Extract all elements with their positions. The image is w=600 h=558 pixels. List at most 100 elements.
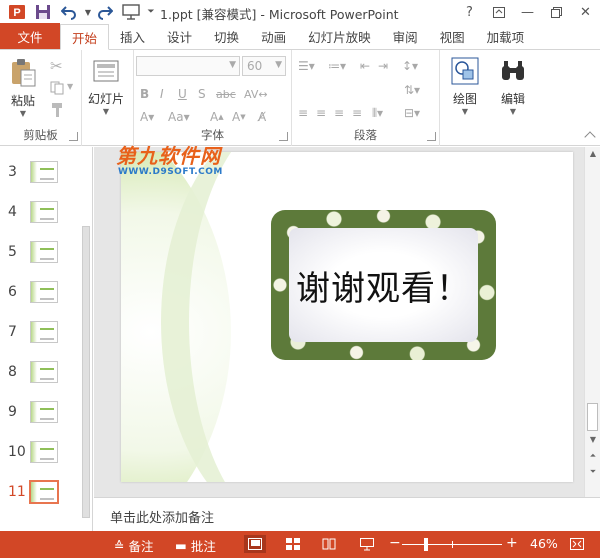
tab-transitions[interactable]: 切换 bbox=[203, 24, 250, 49]
paragraph-dialog-launcher-icon[interactable] bbox=[427, 132, 436, 141]
thumbnail-slide-3[interactable]: 3 bbox=[0, 161, 80, 201]
font-dialog-launcher-icon[interactable] bbox=[279, 132, 288, 141]
italic-icon[interactable]: I bbox=[160, 85, 164, 103]
thumbnail-slide-4[interactable]: 4 bbox=[0, 201, 80, 241]
next-slide-icon[interactable]: ⏷ bbox=[588, 467, 598, 477]
shadow-icon[interactable]: S bbox=[198, 85, 206, 103]
tab-home[interactable]: 开始 bbox=[60, 24, 110, 50]
comments-toggle-button[interactable]: ▬ 批注 bbox=[175, 536, 216, 555]
font-name-combo[interactable]: ▼ bbox=[136, 56, 240, 76]
clear-formatting-icon[interactable]: A̸ bbox=[258, 108, 266, 126]
scroll-up-arrow-icon[interactable]: ▲ bbox=[588, 149, 598, 158]
decrease-indent-icon[interactable]: ⇤ bbox=[360, 57, 370, 75]
tab-review[interactable]: 审阅 bbox=[382, 24, 429, 49]
redo-icon[interactable] bbox=[94, 1, 116, 23]
new-slide-button[interactable]: 幻灯片 ▼ bbox=[88, 56, 124, 116]
zoom-out-button[interactable]: − bbox=[389, 535, 401, 551]
bullets-icon[interactable]: ☰▾ bbox=[298, 57, 315, 75]
character-spacing-icon[interactable]: AV↔ bbox=[244, 85, 268, 103]
zoom-in-button[interactable]: + bbox=[506, 535, 518, 551]
reading-view-icon[interactable] bbox=[318, 535, 340, 553]
clipboard-dialog-launcher-icon[interactable] bbox=[69, 132, 78, 141]
drawing-button[interactable]: 绘图 ▼ bbox=[450, 56, 480, 116]
align-right-icon[interactable]: ≡ bbox=[334, 104, 344, 122]
increase-font-size-icon[interactable]: A ▲ bbox=[210, 108, 224, 126]
minimize-button[interactable]: — bbox=[513, 0, 542, 24]
underline-icon[interactable]: U bbox=[178, 85, 187, 103]
format-painter-icon[interactable] bbox=[50, 102, 66, 121]
font-color-icon[interactable]: A▾ bbox=[140, 108, 154, 126]
align-text-icon[interactable]: ⊟▾ bbox=[404, 104, 420, 122]
slide-sorter-icon[interactable] bbox=[282, 535, 304, 553]
align-center-icon[interactable]: ≡ bbox=[316, 104, 326, 122]
thumbnail-slide-11[interactable]: 11 bbox=[0, 480, 80, 521]
font-name-dropdown-icon[interactable]: ▼ bbox=[229, 60, 236, 70]
scroll-down-arrow-icon[interactable]: ▼ bbox=[588, 435, 598, 444]
paste-dropdown-icon[interactable]: ▼ bbox=[20, 109, 26, 118]
start-from-beginning-icon[interactable] bbox=[120, 1, 142, 23]
copy-dropdown-icon[interactable]: ▼ bbox=[67, 82, 73, 91]
zoom-level[interactable]: 46% bbox=[530, 536, 558, 551]
zoom-slider-knob[interactable] bbox=[424, 538, 428, 551]
font-size-combo[interactable]: 60 ▼ bbox=[242, 56, 286, 76]
normal-view-icon[interactable] bbox=[244, 535, 266, 553]
thumbnail-slide-10[interactable]: 10 bbox=[0, 441, 80, 481]
restore-icon[interactable] bbox=[542, 0, 571, 24]
tab-insert[interactable]: 插入 bbox=[109, 24, 156, 49]
editing-dropdown-icon[interactable]: ▼ bbox=[510, 107, 516, 116]
slide-show-icon[interactable] bbox=[356, 535, 378, 553]
paste-button[interactable]: 粘贴 ▼ bbox=[8, 58, 38, 118]
save-icon[interactable] bbox=[32, 1, 54, 23]
notes-placeholder[interactable]: 单击此处添加备注 bbox=[110, 507, 214, 526]
thumbnail-slide-5[interactable]: 5 bbox=[0, 241, 80, 281]
drawing-dropdown-icon[interactable]: ▼ bbox=[462, 107, 468, 116]
new-slide-dropdown-icon[interactable]: ▼ bbox=[103, 107, 109, 116]
powerpoint-logo-icon[interactable]: P bbox=[6, 1, 28, 23]
tab-slide-show[interactable]: 幻灯片放映 bbox=[297, 24, 382, 49]
undo-icon[interactable] bbox=[58, 1, 80, 23]
previous-slide-icon[interactable]: ⏶ bbox=[588, 451, 598, 461]
decrease-font-size-icon[interactable]: A ▼ bbox=[232, 108, 246, 126]
notes-pane[interactable]: 单击此处添加备注 bbox=[94, 497, 600, 531]
tab-animations[interactable]: 动画 bbox=[250, 24, 297, 49]
thumbnail-slide-8[interactable]: 8 bbox=[0, 361, 80, 401]
thumbnail-slide-9[interactable]: 9 bbox=[0, 401, 80, 441]
numbering-icon[interactable]: ≔▾ bbox=[328, 57, 346, 75]
slide-thank-you-text[interactable]: 谢谢观看！ bbox=[296, 261, 471, 310]
slide-scroll-thumb[interactable] bbox=[587, 403, 598, 431]
thumbnails-scroll-thumb[interactable] bbox=[82, 226, 90, 518]
editing-group: 编辑 ▼ bbox=[490, 50, 540, 146]
cut-icon[interactable]: ✂ bbox=[50, 57, 63, 75]
columns-icon[interactable]: ⫴▾ bbox=[372, 104, 383, 122]
slide-scrollbar[interactable]: ▲ ▼ ⏶ ⏷ bbox=[584, 147, 600, 497]
text-direction-icon[interactable]: ⇅▾ bbox=[404, 81, 420, 99]
font-size-dropdown-icon[interactable]: ▼ bbox=[275, 60, 282, 70]
fit-to-window-icon[interactable] bbox=[566, 535, 588, 553]
customize-toolbar-icon[interactable]: ⏷ bbox=[146, 1, 156, 23]
undo-dropdown-icon[interactable]: ▼ bbox=[84, 1, 92, 23]
thumbnail-slide-7[interactable]: 7 bbox=[0, 321, 80, 361]
thumbnails-scrollbar[interactable] bbox=[81, 150, 91, 528]
collapse-ribbon-icon[interactable] bbox=[584, 131, 596, 143]
ribbon-display-options-icon[interactable] bbox=[484, 0, 513, 24]
thumbnail-slide-6[interactable]: 6 bbox=[0, 281, 80, 321]
help-button[interactable]: ? bbox=[455, 0, 484, 24]
flower-frame-picture[interactable]: 谢谢观看！ bbox=[271, 210, 496, 360]
slide-canvas[interactable]: 谢谢观看！ bbox=[121, 152, 573, 482]
change-case-icon[interactable]: Aa▾ bbox=[168, 108, 190, 126]
increase-indent-icon[interactable]: ⇥ bbox=[378, 57, 388, 75]
notes-toggle-button[interactable]: ≙ 备注 bbox=[114, 536, 154, 555]
tab-add-ins[interactable]: 加载项 bbox=[476, 24, 536, 49]
tab-file[interactable]: 文件 bbox=[0, 23, 60, 49]
tab-view[interactable]: 视图 bbox=[429, 24, 476, 49]
strikethrough-icon[interactable]: abc bbox=[216, 85, 236, 103]
justify-icon[interactable]: ≡ bbox=[352, 104, 362, 122]
copy-icon[interactable] bbox=[50, 81, 66, 98]
tab-design[interactable]: 设计 bbox=[156, 24, 203, 49]
close-button[interactable]: ✕ bbox=[571, 0, 600, 24]
zoom-slider[interactable] bbox=[402, 538, 502, 551]
editing-button[interactable]: 编辑 ▼ bbox=[498, 56, 528, 116]
line-spacing-icon[interactable]: ↕▾ bbox=[402, 57, 418, 75]
bold-icon[interactable]: B bbox=[140, 85, 149, 103]
align-left-icon[interactable]: ≡ bbox=[298, 104, 308, 122]
